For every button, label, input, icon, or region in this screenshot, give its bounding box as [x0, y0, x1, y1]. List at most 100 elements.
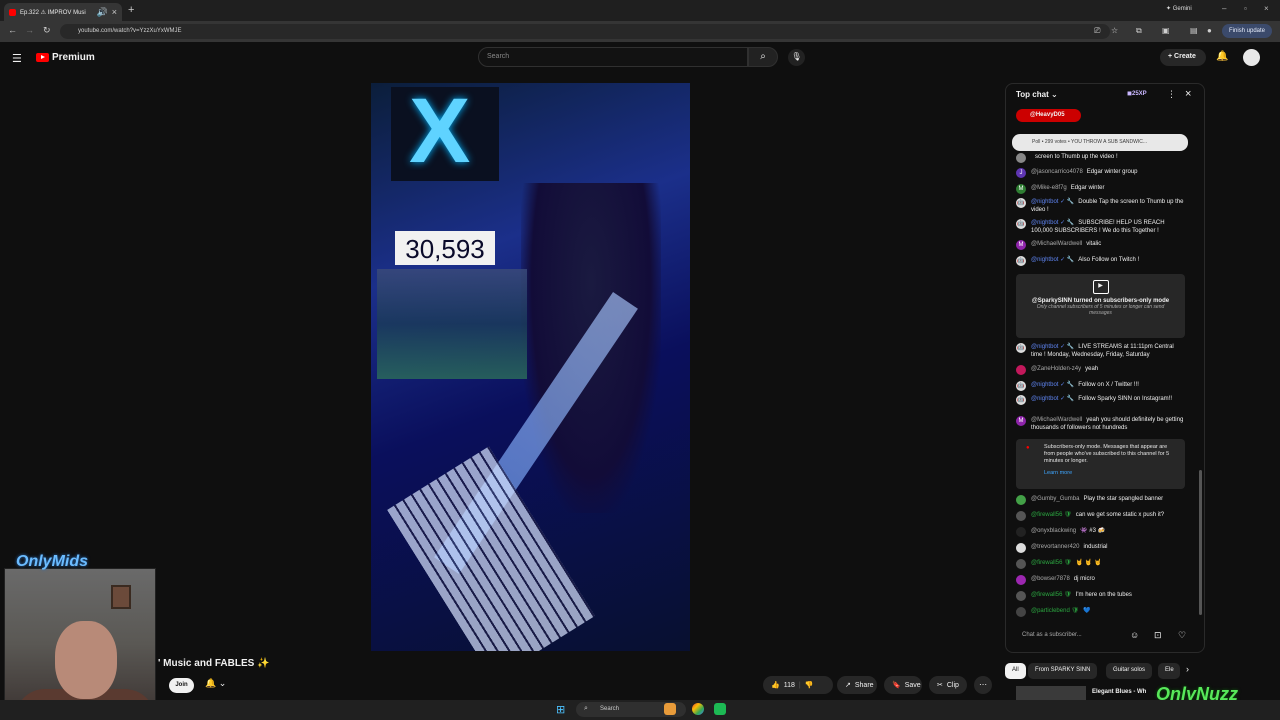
install-icon[interactable]: ⎚ [1094, 26, 1100, 36]
windows-start-icon[interactable]: ⊞ [556, 703, 565, 716]
chat-avatar[interactable] [1016, 575, 1026, 585]
extensions-icon[interactable]: ⧉ [1136, 26, 1142, 36]
chat-close-icon[interactable]: × [1185, 88, 1191, 100]
chat-avatar[interactable]: 🤖 [1016, 256, 1026, 266]
chrome-taskbar-icon[interactable] [692, 703, 704, 715]
chips-next-icon[interactable]: › [1186, 664, 1189, 674]
chat-username[interactable]: @nightbot ✓ 🔧 [1031, 344, 1074, 350]
forward-icon[interactable]: → [25, 25, 34, 35]
address-bar[interactable]: youtube.com/watch?v=YzzXuYxWMJE [60, 24, 1110, 39]
chat-avatar[interactable] [1016, 511, 1026, 521]
xp-badge[interactable]: ◼25XP [1127, 90, 1147, 97]
maximize-button[interactable]: ▫ [1244, 4, 1247, 13]
chat-username[interactable]: @nightbot ✓ 🔧 [1031, 257, 1074, 263]
chat-avatar[interactable] [1016, 559, 1026, 569]
bookmark-star-icon[interactable]: ☆ [1111, 26, 1118, 35]
sidepanel-icon[interactable]: ▣ [1162, 26, 1170, 35]
microphone-icon[interactable]: 🎙 [788, 49, 805, 66]
chat-username[interactable]: @nightbot ✓ 🔧 [1031, 220, 1074, 226]
chat-username[interactable]: @Gumby_Gumba [1031, 496, 1079, 502]
youtube-premium-logo[interactable]: Premium [36, 52, 95, 63]
chat-avatar[interactable]: M [1016, 184, 1026, 194]
search-icon[interactable]: ⌕ [748, 47, 778, 67]
chat-username[interactable]: @nightbot ✓ 🔧 [1031, 199, 1074, 205]
chat-username[interactable]: @onyxblackwing [1031, 528, 1076, 534]
chat-avatar[interactable] [1016, 153, 1026, 163]
chat-username[interactable]: @nightbot ✓ 🔧 [1031, 396, 1074, 402]
heart-icon[interactable]: ♡ [1178, 630, 1186, 641]
minimize-button[interactable]: – [1222, 4, 1226, 13]
chat-avatar[interactable] [1016, 543, 1026, 553]
clip-button[interactable]: ✂ Clip [929, 676, 967, 694]
share-button[interactable]: ↗ Share [837, 676, 877, 694]
taskbar-app-icon-2[interactable] [714, 703, 726, 715]
webcam-wall-frame [111, 585, 131, 609]
chat-avatar[interactable] [1016, 495, 1026, 505]
tab-close-icon[interactable]: × [112, 7, 117, 17]
like-icon[interactable]: 👍 [771, 681, 780, 689]
finish-update-button[interactable]: Finish update [1222, 24, 1272, 38]
create-button[interactable]: + Create [1160, 49, 1206, 66]
chat-avatar[interactable] [1016, 365, 1026, 375]
chat-avatar[interactable] [1016, 527, 1026, 537]
more-actions-icon[interactable]: ⋯ [974, 676, 992, 694]
chat-username[interactable]: @jasoncarrico4078 [1031, 169, 1083, 175]
chat-avatar[interactable]: M [1016, 240, 1026, 250]
chat-username[interactable]: @nightbot ✓ 🔧 [1031, 382, 1074, 388]
chat-username[interactable]: @firewall56 🛡 [1031, 560, 1072, 566]
top-chat-dropdown[interactable]: Top chat ⌄ [1016, 90, 1058, 99]
chat-username[interactable]: @particlebend 🛡 [1031, 608, 1079, 614]
hamburger-menu-icon[interactable]: ☰ [12, 52, 22, 65]
like-count[interactable]: 118 [784, 682, 795, 689]
chat-message-body: @Mike-e8f7g Edgar winter [1031, 184, 1184, 194]
learn-more-link[interactable]: Learn more [1044, 470, 1177, 477]
browser-tab-active[interactable]: Ep.322 ⚠ IMPROV Musi 🔊 × [4, 3, 122, 21]
dislike-icon[interactable]: 👎 [805, 681, 814, 689]
profile-icon[interactable]: ● [1207, 26, 1212, 35]
tab-audio-icon[interactable]: 🔊 [97, 7, 108, 18]
notifications-bell-icon[interactable]: 🔔 [1216, 51, 1228, 62]
emoji-icon[interactable]: ☺ [1130, 630, 1139, 640]
filter-chip[interactable]: From SPARKY SINN [1028, 663, 1098, 679]
chat-username[interactable]: @Mike-e8f7g [1031, 185, 1067, 191]
chat-username[interactable]: @MichaelWardwell [1031, 417, 1082, 423]
chat-avatar[interactable] [1016, 607, 1026, 617]
filter-chip[interactable]: All [1005, 663, 1026, 679]
chat-avatar[interactable]: 🤖 [1016, 395, 1026, 405]
chat-options-icon[interactable]: ⋮ [1167, 89, 1176, 100]
chat-avatar[interactable]: J [1016, 168, 1026, 178]
join-button[interactable]: Join [169, 678, 194, 693]
back-icon[interactable]: ← [8, 25, 17, 35]
chat-username[interactable]: @ZaneHolden-z4y [1031, 366, 1081, 372]
filter-chip[interactable]: Ele [1158, 663, 1180, 679]
chat-avatar[interactable]: 🤖 [1016, 219, 1026, 229]
chat-username[interactable]: @firewall56 🛡 [1031, 592, 1072, 598]
chat-username[interactable]: @bowser7878 [1031, 576, 1070, 582]
poll-banner[interactable]: Poll • 299 votes • YOU THROW A SUB SANDW… [1012, 134, 1188, 151]
chat-avatar[interactable]: 🤖 [1016, 343, 1026, 353]
super-chat-icon[interactable]: ⊡ [1154, 630, 1162, 641]
gemini-button[interactable]: ✦ Gemini [1166, 5, 1192, 12]
chat-avatar[interactable]: 🤖 [1016, 198, 1026, 208]
subscribe-bell-icon[interactable]: 🔔 ⌄ [205, 678, 226, 689]
recommendation-item[interactable]: Elegant Blues - Wh [1016, 686, 1176, 700]
chat-avatar[interactable] [1016, 591, 1026, 601]
taskbar-app-icon[interactable] [664, 703, 676, 715]
save-button[interactable]: 🔖 Save [884, 676, 922, 694]
filter-chip[interactable]: Guitar solos [1106, 663, 1153, 679]
chat-username[interactable]: @trevortanner420 [1031, 544, 1079, 550]
chat-avatar[interactable]: 🤖 [1016, 381, 1026, 391]
reload-icon[interactable]: ↻ [43, 25, 51, 36]
chat-scrollbar[interactable] [1199, 470, 1202, 615]
chat-avatar[interactable]: M [1016, 416, 1026, 426]
chat-username[interactable]: @firewall56 🛡 [1031, 512, 1072, 518]
search-input[interactable]: Search [478, 47, 748, 67]
close-window-button[interactable]: × [1264, 4, 1269, 13]
video-player[interactable]: X 30,593 [371, 83, 690, 651]
pinned-user-chip[interactable]: @HeavyD05 [1016, 109, 1081, 122]
chat-input[interactable]: Chat as a subscriber... [1016, 628, 1124, 644]
new-tab-button[interactable]: + [128, 4, 134, 16]
chat-username[interactable]: @MichaelWardwell [1031, 241, 1082, 247]
cast-icon[interactable]: ▤ [1190, 26, 1198, 35]
account-avatar[interactable] [1243, 49, 1260, 66]
